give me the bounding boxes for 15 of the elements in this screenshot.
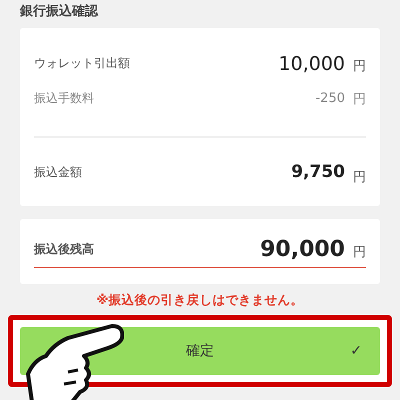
yen-unit: 円 xyxy=(353,169,366,186)
balance-label: 振込後残高 xyxy=(34,240,95,258)
yen-unit: 円 xyxy=(353,244,366,261)
row-value: 10,000 xyxy=(278,52,345,74)
row-value: 9,750 xyxy=(291,162,345,182)
page-title: 銀行振込確認 xyxy=(20,2,100,21)
row-label: ウォレット引出額 xyxy=(34,55,131,72)
warning-text: ※振込後の引き戻しはできません。 xyxy=(95,292,305,309)
yen-unit: 円 xyxy=(353,58,366,75)
row-value: -250 xyxy=(315,91,345,106)
row-label: 振込手数料 xyxy=(34,90,95,107)
check-icon: ✓ xyxy=(350,343,362,359)
row-label: 振込金額 xyxy=(34,164,83,180)
yen-unit: 円 xyxy=(353,90,366,108)
balance-value: 90,000 xyxy=(260,236,345,262)
